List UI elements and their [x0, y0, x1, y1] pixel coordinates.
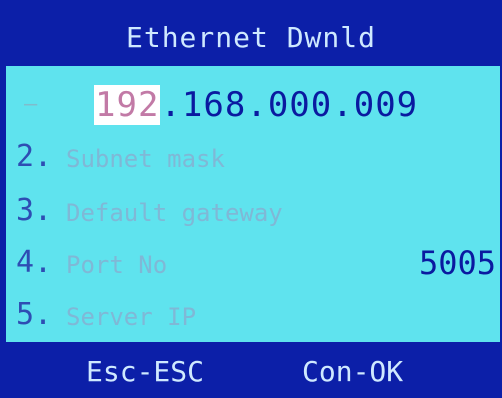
- ip-separator: .: [246, 85, 268, 125]
- esc-button[interactable]: Esc-ESC: [86, 352, 204, 392]
- ip-octet-4[interactable]: 009: [354, 85, 418, 125]
- ip-address-field[interactable]: 192.168.000.009: [94, 82, 418, 128]
- cursor-dash-icon: —: [24, 92, 38, 117]
- settings-panel: — 192.168.000.009 2. Subnet mask 3. Defa…: [6, 66, 500, 342]
- menu-item-subnet-mask[interactable]: 2. Subnet mask: [6, 134, 500, 180]
- menu-item-number: 2.: [16, 139, 53, 174]
- menu-item-port-no[interactable]: 4. Port No 5005: [6, 240, 500, 286]
- menu-item-label: Port No: [66, 251, 168, 279]
- screen-title: Ethernet Dwnld: [125, 21, 376, 54]
- ip-separator: .: [160, 85, 182, 125]
- ip-separator: .: [332, 85, 354, 125]
- ok-button[interactable]: Con-OK: [302, 352, 403, 392]
- ip-octet-2[interactable]: 168: [182, 85, 246, 125]
- menu-item-label: Server IP: [66, 303, 197, 331]
- menu-item-default-gateway[interactable]: 3. Default gateway: [6, 188, 500, 234]
- device-screen: Ethernet Dwnld — 192.168.000.009 2. Subn…: [0, 0, 502, 398]
- menu-item-server-ip[interactable]: 5. Server IP: [6, 292, 500, 338]
- ip-octet-3[interactable]: 000: [268, 85, 332, 125]
- port-value: 5005: [418, 244, 496, 282]
- ip-address-row[interactable]: — 192.168.000.009: [6, 82, 500, 128]
- menu-item-label: Subnet mask: [66, 145, 225, 173]
- ip-octet-1-selected[interactable]: 192: [94, 85, 161, 125]
- menu-item-number: 4.: [16, 245, 53, 280]
- softkey-bar: Esc-ESC Con-OK: [0, 346, 502, 398]
- menu-item-number: 5.: [16, 297, 53, 332]
- menu-item-number: 3.: [16, 193, 53, 228]
- menu-item-label: Default gateway: [66, 199, 283, 227]
